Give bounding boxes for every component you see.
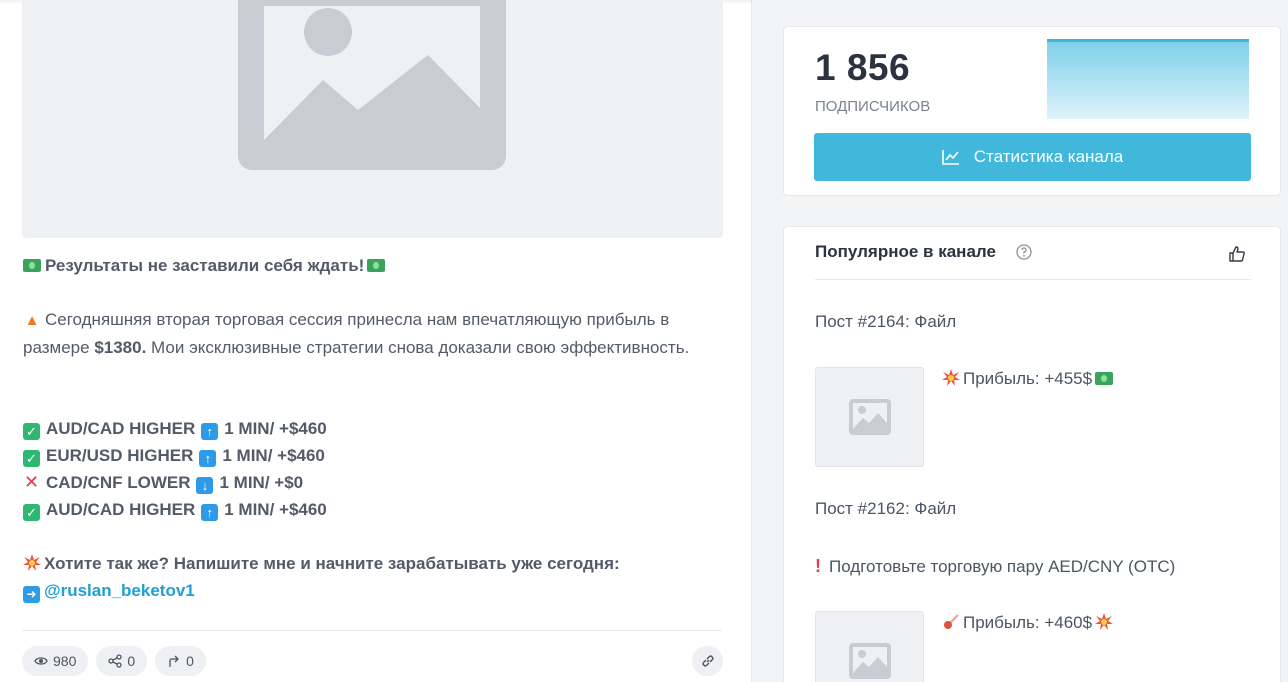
popular-post-label[interactable]: Пост #2164: Файл	[815, 312, 956, 332]
comet-icon	[944, 614, 959, 629]
check-icon: ✓	[23, 450, 40, 467]
burst-icon	[942, 369, 960, 386]
cta-line: Хотите так же? Напишите мне и начните за…	[23, 550, 733, 577]
trade-pair: AUD/CAD HIGHER	[46, 419, 196, 438]
image-placeholder-icon	[238, 0, 506, 170]
popular-post-line-text: Подготовьте торговую пару AED/CNY (OTC)	[829, 557, 1176, 576]
popular-post-line: ! Подготовьте торговую пару AED/CNY (OTC)	[815, 556, 1175, 577]
money-icon	[367, 259, 386, 272]
page: Результаты не заставили себя ждать! ▲ Сег…	[0, 0, 1288, 682]
post-divider	[22, 630, 722, 631]
post-image-placeholder[interactable]	[22, 0, 723, 238]
subscriber-sparkline	[1047, 39, 1249, 119]
channel-handle-link[interactable]: @ruslan_beketov1	[44, 581, 195, 600]
forwards-count: 0	[186, 653, 194, 669]
forward-icon	[169, 655, 180, 667]
arrow-up-icon: ↑	[201, 423, 219, 440]
trade-result: 1 MIN/ +$460	[224, 500, 327, 519]
popular-post-label[interactable]: Пост #2162: Файл	[815, 499, 956, 519]
money-icon	[1095, 372, 1114, 385]
share-icon	[108, 654, 123, 668]
popular-divider	[815, 279, 1251, 280]
trade-row: ✓ AUD/CAD HIGHER ↑ 1 MIN/ +$460	[23, 496, 733, 523]
cross-icon: ✕	[23, 472, 40, 492]
arrow-up-icon: ↑	[199, 450, 217, 467]
trade-row: ✓ AUD/CAD HIGHER ↑ 1 MIN/ +$460	[23, 415, 733, 442]
arrow-down-icon: ↓	[196, 477, 214, 494]
check-icon: ✓	[23, 423, 40, 440]
popular-title: Популярное в канале	[815, 242, 996, 261]
popular-post-thumbnail[interactable]	[815, 611, 924, 682]
forwards-pill[interactable]: 0	[155, 646, 206, 676]
popular-post-text-value: Прибыль: +460$	[963, 613, 1093, 632]
shares-pill[interactable]: 0	[96, 646, 148, 676]
views-count: 980	[53, 653, 77, 669]
arrow-up-icon: ↑	[201, 504, 219, 521]
trade-result: 1 MIN/ +$0	[219, 473, 304, 492]
money-icon	[23, 259, 41, 272]
trade-row: ✓ EUR/USD HIGHER ↑ 1 MIN/ +$460	[23, 442, 733, 469]
post-paragraph-2-end: Мои эксклюзивные стратегии снова доказал…	[151, 338, 690, 357]
post-amount: $1380.	[94, 338, 147, 357]
post-paragraph-line-1: ▲ Сегодняшняя вторая торговая сессия прин…	[23, 306, 733, 334]
eye-icon	[34, 657, 48, 665]
check-icon: ✓	[23, 504, 40, 521]
post-paragraph-2-start: размере	[23, 338, 90, 357]
post-headline-line: Результаты не заставили себя ждать!	[23, 252, 733, 279]
trade-pair: CAD/CNF LOWER	[46, 473, 191, 492]
post-headline: Результаты не заставили себя ждать!	[45, 256, 365, 275]
popular-post-thumbnail[interactable]	[815, 367, 924, 467]
shares-count: 0	[127, 653, 136, 669]
channel-stats-label: Статистика канала	[973, 147, 1124, 166]
popular-post-text: Прибыль: +460$	[942, 613, 1116, 633]
thumbs-up-icon[interactable]	[1228, 245, 1246, 263]
trade-result: 1 MIN/ +$460	[224, 419, 327, 438]
arrow-right-icon: ➜	[23, 586, 40, 603]
chart-line-icon	[941, 150, 959, 165]
views-pill[interactable]: 980	[22, 646, 89, 676]
post-paragraph-line-2: размере $1380. Мои эксклюзивные стратеги…	[23, 334, 733, 361]
subscribers-card: 1 856 ПОДПИСЧИКОВ Статистика канала	[783, 26, 1281, 196]
trade-pair: AUD/CAD HIGHER	[46, 500, 196, 519]
exclamation-icon: !	[815, 556, 821, 576]
popular-post-text-value: Прибыль: +455$	[963, 369, 1093, 388]
post-column: Результаты не заставили себя ждать! ▲ Сег…	[0, 0, 752, 682]
image-placeholder-icon	[848, 399, 891, 435]
question-icon[interactable]	[1016, 244, 1032, 260]
subscriber-count: 1 856	[815, 47, 911, 88]
post-paragraph-1: Сегодняшняя вторая торговая сессия прине…	[45, 310, 670, 329]
fire-icon: ▲	[24, 312, 40, 329]
handle-line: ➜ @ruslan_beketov1	[23, 577, 733, 604]
copy-link-button[interactable]	[692, 646, 723, 676]
popular-post-text: Прибыль: +455$	[942, 369, 1117, 389]
trade-result: 1 MIN/ +$460	[222, 446, 325, 465]
burst-icon	[1095, 613, 1114, 630]
subscriber-label: ПОДПИСЧИКОВ	[815, 98, 931, 115]
image-placeholder-icon	[848, 643, 891, 679]
link-icon	[701, 655, 714, 667]
trade-pair: EUR/USD HIGHER	[46, 446, 194, 465]
trade-row: ✕ CAD/CNF LOWER ↓ 1 MIN/ +$0	[23, 469, 733, 496]
cta-text: Хотите так же? Напишите мне и начните за…	[44, 554, 620, 573]
post-text: Результаты не заставили себя ждать! ▲ Сег…	[23, 252, 733, 604]
channel-stats-button[interactable]: Статистика канала	[814, 133, 1251, 181]
burst-icon	[23, 554, 41, 571]
popular-card: Популярное в канале Пост #2164: Файл При…	[783, 226, 1281, 682]
post-stats-bar: 980 0 0	[22, 646, 206, 676]
